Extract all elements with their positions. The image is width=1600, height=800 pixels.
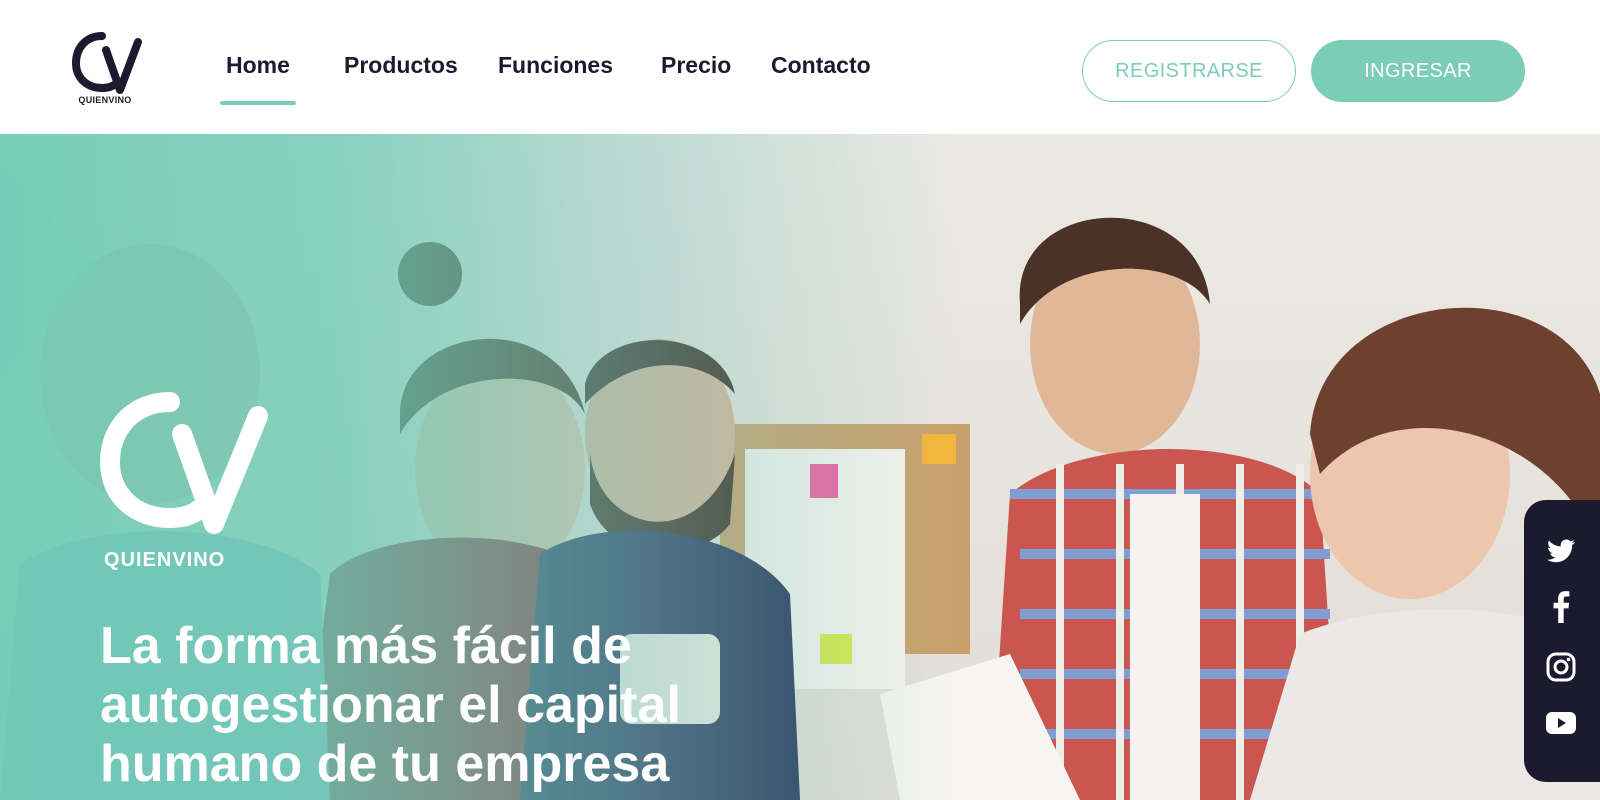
nav-item-funciones[interactable]: Funciones [498,52,613,79]
facebook-icon[interactable] [1544,590,1578,624]
hero-quienvino-logo [99,392,268,534]
youtube-icon[interactable] [1544,706,1578,740]
active-nav-indicator [220,101,296,105]
hero-headline: La forma más fácil de autogestionar el c… [100,617,681,793]
nav-item-productos[interactable]: Productos [344,52,458,79]
site-header: QUIENVINO Home Productos Funciones Preci… [0,0,1600,134]
hero-banner: QUIENVINO La forma más fácil de autogest… [0,134,1600,800]
register-button[interactable]: REGISTRARSE [1082,40,1296,102]
nav-item-contacto[interactable]: Contacto [771,52,871,79]
instagram-icon[interactable] [1544,650,1578,684]
social-links-bar [1524,500,1600,782]
logo-wordmark: QUIENVINO [78,95,132,105]
twitter-icon[interactable] [1544,534,1578,568]
nav-item-home[interactable]: Home [226,52,290,79]
hero-logo-wordmark: QUIENVINO [104,549,226,571]
nav-item-precio[interactable]: Precio [661,52,731,79]
login-button[interactable]: INGRESAR [1311,40,1525,102]
